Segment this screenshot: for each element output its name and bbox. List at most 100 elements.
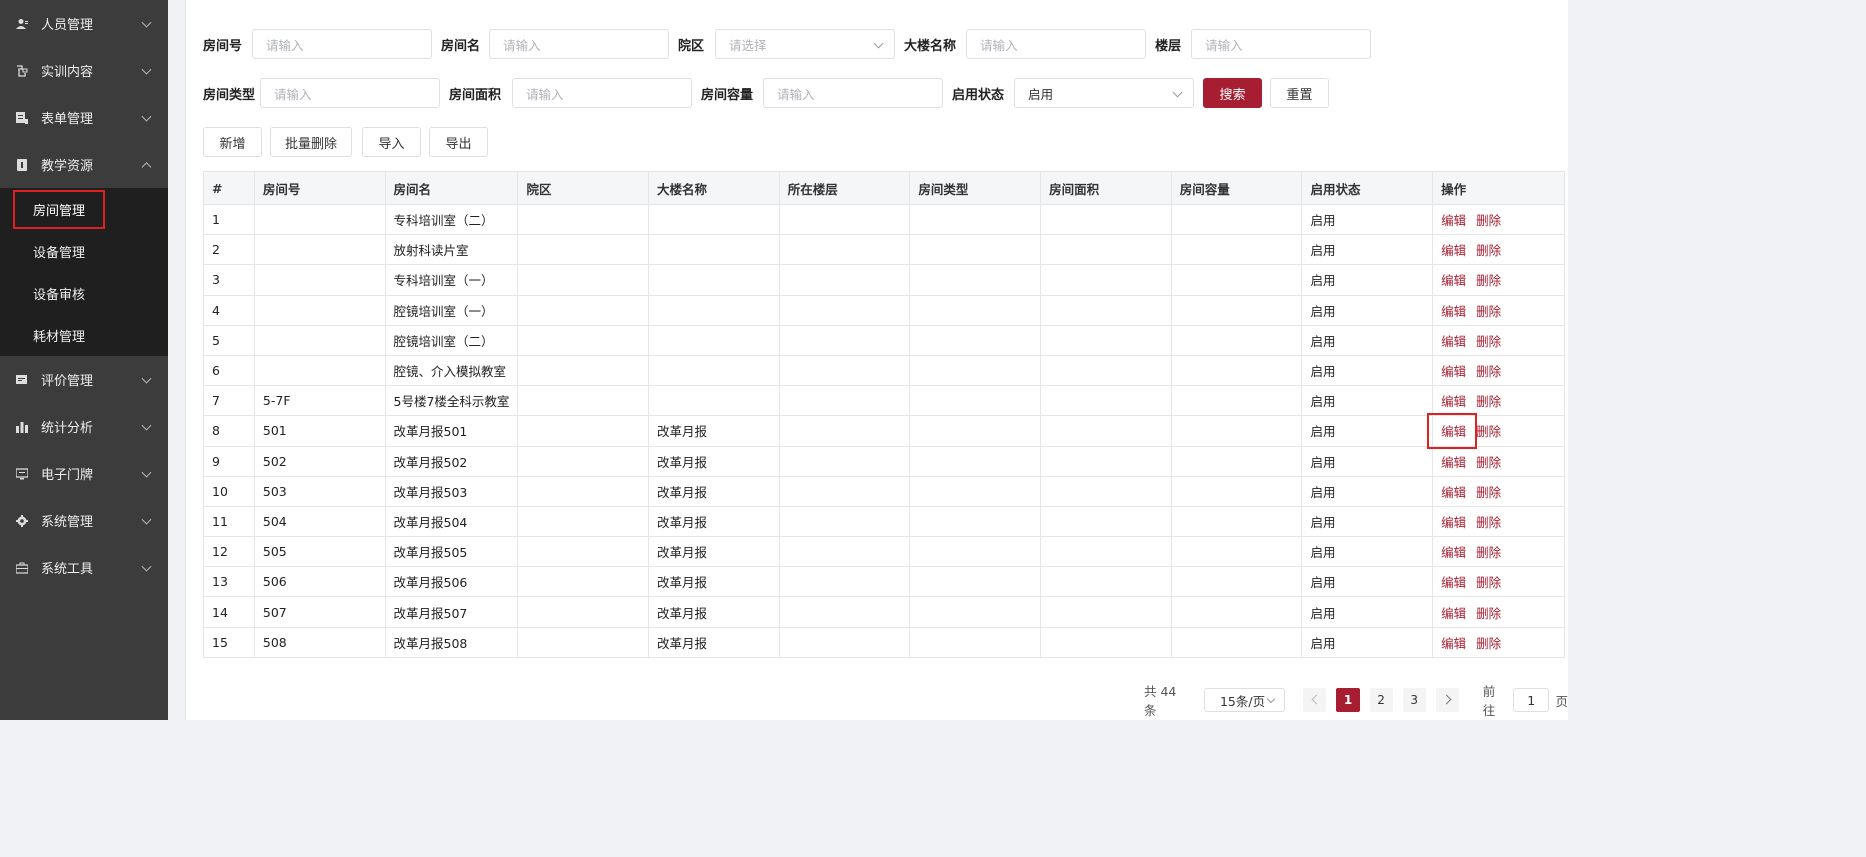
table-row: 3 专科培训室（一） 启用 编辑 删除 [203,264,1565,296]
edit-link[interactable]: 编辑 [1441,304,1466,319]
form-icon [16,111,28,124]
edit-link[interactable]: 编辑 [1441,455,1466,470]
cell-building [648,325,780,356]
chevron-down-icon [141,420,152,431]
edit-link[interactable]: 编辑 [1441,424,1466,439]
delete-link[interactable]: 删除 [1476,273,1501,288]
column-header-area: 房间面积 [1040,171,1172,205]
user-icon [16,18,28,29]
edit-link[interactable]: 编辑 [1441,636,1466,651]
edit-link[interactable]: 编辑 [1441,575,1466,590]
sidebar-item-system-tools[interactable]: 系统工具 [0,544,168,591]
batch-delete-button[interactable]: 批量删除 [270,127,352,157]
cell-room-type [909,596,1042,628]
gear-icon [16,514,28,527]
goto-page-input[interactable]: 1 [1512,688,1550,712]
cell-actions: 编辑 删除 [1432,415,1565,447]
edit-link[interactable]: 编辑 [1441,273,1466,288]
delete-link[interactable]: 删除 [1476,243,1501,258]
cell-room-no [254,264,386,296]
room-type-input[interactable]: 请输入 [260,78,441,108]
sidebar-item-equipment-management[interactable]: 设备管理 [0,230,168,272]
cell-area [1040,295,1172,326]
prev-page-button[interactable] [1303,688,1327,712]
cell-index: 15 [203,627,255,658]
column-header-campus: 院区 [517,171,649,205]
sidebar-item-people[interactable]: 人员管理 [0,0,168,47]
edit-link[interactable]: 编辑 [1441,364,1466,379]
sidebar: 人员管理 实训内容 表单管理 教学资源 房间管理 设备管理 设备审核 耗材管理 … [0,0,168,720]
page-2-button[interactable]: 2 [1369,688,1393,712]
sidebar-item-room-management[interactable]: 房间管理 [0,188,168,230]
table-row: 7 5-7F 5号楼7楼全科示教室 启用 编辑 删除 [203,385,1565,417]
sidebar-item-statistics[interactable]: 统计分析 [0,403,168,450]
sidebar-item-label: 统计分析 [41,421,94,436]
room-name-input[interactable]: 请输入 [489,29,670,59]
sidebar-item-consumables[interactable]: 耗材管理 [0,314,168,356]
floor-input[interactable]: 请输入 [1191,29,1372,59]
capacity-input[interactable]: 请输入 [763,78,944,108]
cell-campus [517,325,649,356]
cell-floor [779,566,911,598]
sidebar-item-system-management[interactable]: 系统管理 [0,497,168,544]
cell-room-type [909,446,1042,477]
edit-link[interactable]: 编辑 [1441,334,1466,349]
search-button[interactable]: 搜索 [1203,78,1263,108]
delete-link[interactable]: 删除 [1476,575,1501,590]
area-input[interactable]: 请输入 [512,78,693,108]
delete-link[interactable]: 删除 [1476,515,1501,530]
edit-link[interactable]: 编辑 [1441,213,1466,228]
delete-link[interactable]: 删除 [1476,213,1501,228]
reset-button[interactable]: 重置 [1270,78,1330,108]
cell-status: 启用 [1301,627,1434,658]
export-button[interactable]: 导出 [429,127,488,157]
cell-actions: 编辑 删除 [1432,385,1565,417]
delete-link[interactable]: 删除 [1476,304,1501,319]
page-3-button[interactable]: 3 [1402,688,1426,712]
delete-link[interactable]: 删除 [1476,394,1501,409]
page-size-select[interactable]: 15条/页 [1203,688,1286,712]
cell-capacity [1171,415,1303,447]
cell-room-type [909,566,1042,598]
edit-link[interactable]: 编辑 [1441,545,1466,560]
edit-link[interactable]: 编辑 [1441,243,1466,258]
delete-link[interactable]: 删除 [1476,455,1501,470]
sidebar-item-forms[interactable]: 表单管理 [0,94,168,141]
cell-room-no [254,295,386,326]
sidebar-item-equipment-review[interactable]: 设备审核 [0,272,168,314]
goto-suffix: 页 [1555,693,1568,709]
cell-actions: 编辑 删除 [1432,204,1565,236]
import-button[interactable]: 导入 [362,127,421,157]
status-select[interactable]: 启用 [1014,78,1195,108]
delete-link[interactable]: 删除 [1476,606,1501,621]
sidebar-item-door-sign[interactable]: 电子门牌 [0,450,168,497]
page-1-button[interactable]: 1 [1336,688,1360,712]
delete-link[interactable]: 删除 [1476,485,1501,500]
cell-building [648,355,780,387]
edit-link[interactable]: 编辑 [1441,485,1466,500]
sidebar-item-teaching-resources[interactable]: 教学资源 [0,141,168,188]
edit-link[interactable]: 编辑 [1441,394,1466,409]
chevron-down-icon [873,38,884,49]
cell-index: 13 [203,566,255,598]
delete-link[interactable]: 删除 [1476,424,1501,439]
sidebar-item-evaluation[interactable]: 评价管理 [0,356,168,403]
chevron-down-icon [141,64,152,75]
next-page-button[interactable] [1435,688,1459,712]
edit-link[interactable]: 编辑 [1441,515,1466,530]
delete-link[interactable]: 删除 [1476,545,1501,560]
add-button[interactable]: 新增 [203,127,262,157]
column-header-room-name: 房间名 [385,171,519,205]
goto-prefix: 前往 [1482,684,1496,718]
delete-link[interactable]: 删除 [1476,364,1501,379]
edit-link[interactable]: 编辑 [1441,606,1466,621]
cell-room-no: 507 [254,596,386,628]
page-size-value: 15条/页 [1219,693,1266,709]
room-no-input[interactable]: 请输入 [252,29,433,59]
delete-link[interactable]: 删除 [1476,636,1501,651]
campus-select[interactable]: 请选择 [715,29,896,59]
building-input[interactable]: 请输入 [966,29,1147,59]
delete-link[interactable]: 删除 [1476,334,1501,349]
sidebar-item-training-content[interactable]: 实训内容 [0,47,168,94]
cell-room-name: 腔镜、介入模拟教室 [385,355,519,387]
